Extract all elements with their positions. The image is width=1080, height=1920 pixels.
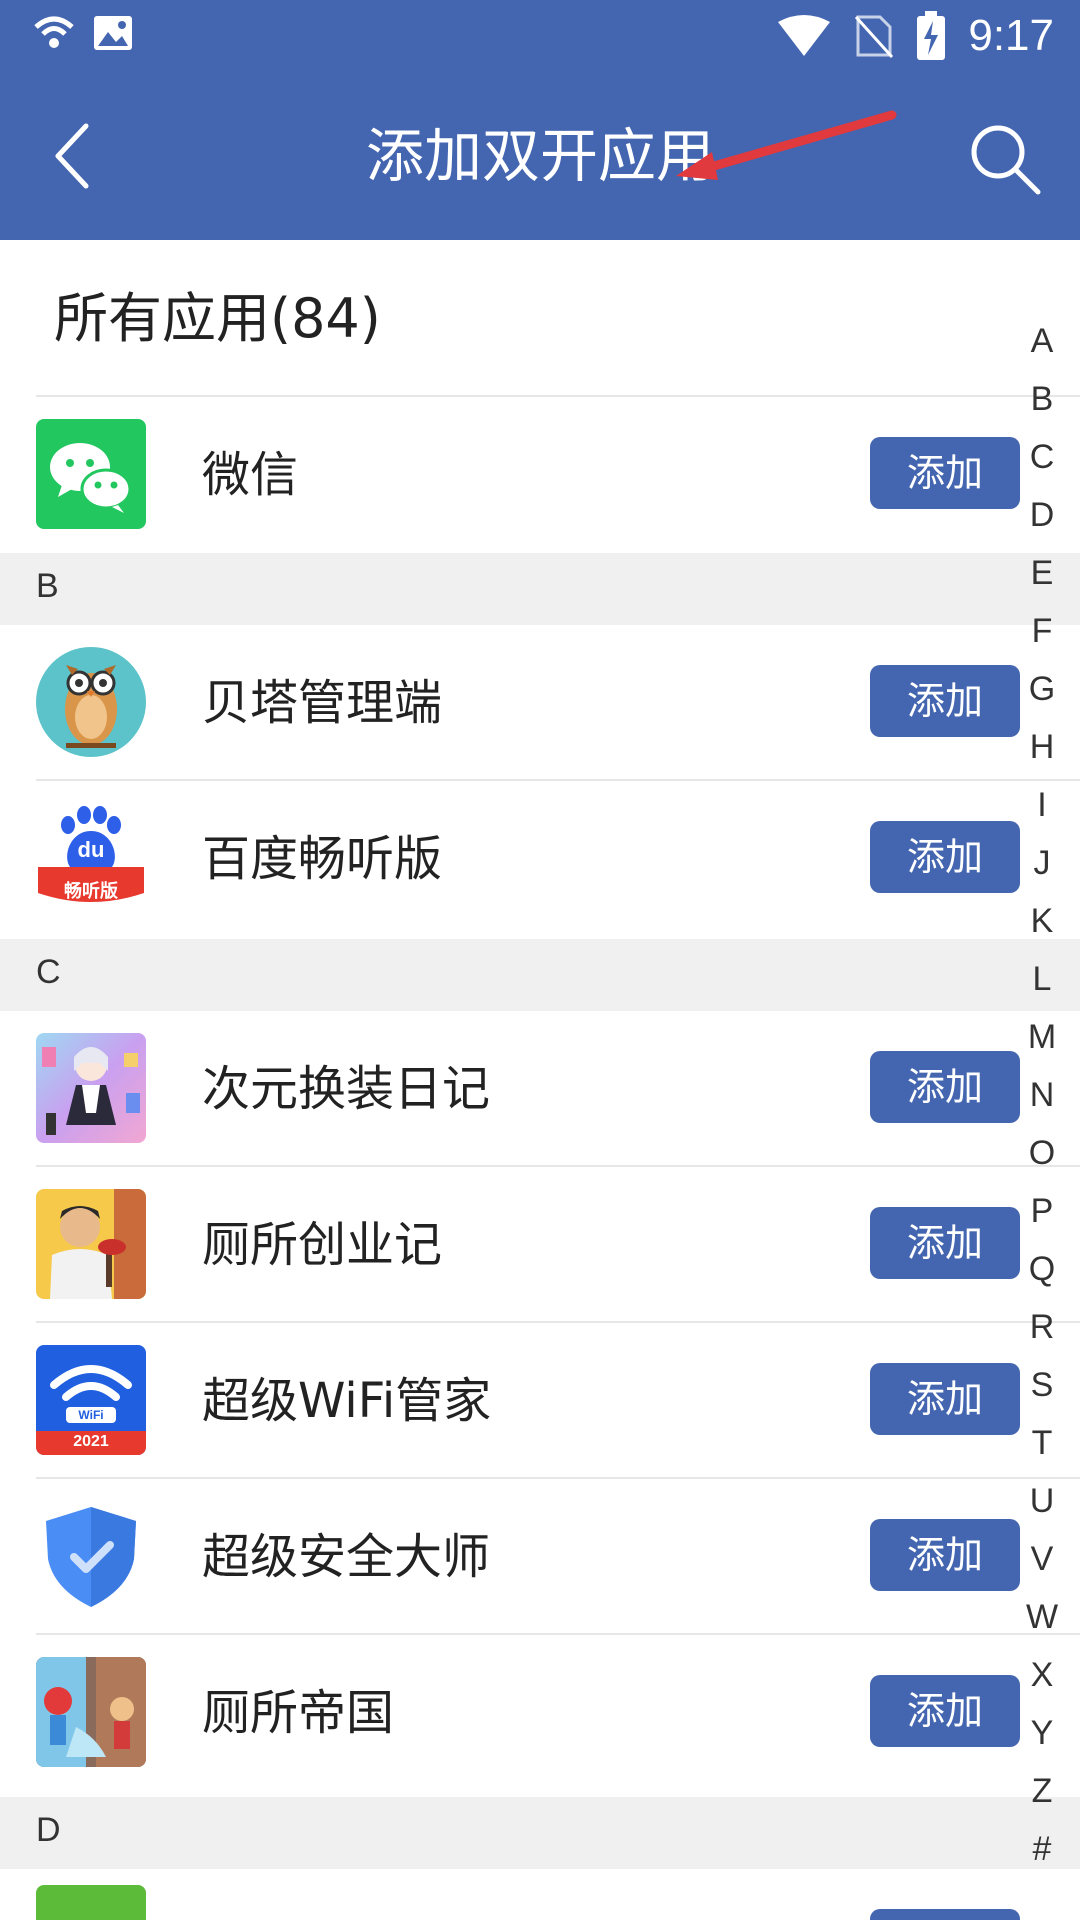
section-header-b: B [0, 553, 1080, 625]
section-header-letter: C [36, 953, 61, 991]
index-letter[interactable]: # [1033, 1820, 1052, 1878]
section-header-letter: D [36, 1811, 61, 1849]
index-letter[interactable]: H [1030, 718, 1055, 776]
app-name: 次元换装日记 [202, 1061, 491, 1117]
alphabet-index[interactable]: A B C D E F G H I J K L M N O P Q R S T U V W X Y Z # [1022, 312, 1062, 1878]
add-button-super-security[interactable]: 添加 [870, 1519, 1020, 1591]
baidu-icon: du 畅听版 [36, 803, 146, 913]
battery-charging-icon [917, 11, 946, 60]
app-row-baidu: du 畅听版 百度畅听版 添加 [0, 781, 1080, 937]
index-letter[interactable]: N [1030, 1066, 1055, 1124]
wifi-icon-label: WiFi [78, 1408, 104, 1422]
app-name: 超级安全大师 [202, 1529, 491, 1585]
app-row-super-security: 超级安全大师 添加 [0, 1479, 1080, 1635]
section-header-c: C [0, 939, 1080, 1011]
index-letter[interactable]: O [1029, 1124, 1055, 1182]
app-name: 厕所创业记 [202, 1217, 443, 1273]
app-row-toilet-startup: 厕所创业记 添加 [0, 1167, 1080, 1323]
wifi-icon: WiFi 2021 [36, 1345, 146, 1455]
man-plunger-icon [36, 1189, 146, 1299]
add-button-partial[interactable] [870, 1909, 1020, 1920]
index-letter[interactable]: Z [1032, 1762, 1053, 1820]
app-name: 超级WiFi管家 [202, 1373, 492, 1429]
signal-icon [778, 15, 831, 56]
wechat-icon [36, 419, 146, 529]
app-row-toilet-empire: 厕所帝国 添加 [0, 1635, 1080, 1791]
app-name: 百度畅听版 [202, 831, 443, 887]
index-letter[interactable]: D [1030, 486, 1055, 544]
index-letter[interactable]: I [1037, 776, 1046, 834]
image-notification-icon [94, 16, 132, 50]
index-letter[interactable]: T [1032, 1414, 1053, 1472]
index-letter[interactable]: B [1031, 370, 1054, 428]
add-button-super-wifi[interactable]: 添加 [870, 1363, 1020, 1435]
add-button-toilet-empire[interactable]: 添加 [870, 1675, 1020, 1747]
index-letter[interactable]: K [1031, 892, 1054, 950]
index-letter[interactable]: F [1032, 602, 1053, 660]
index-letter[interactable]: X [1031, 1646, 1054, 1704]
index-letter[interactable]: R [1030, 1298, 1055, 1356]
wifi-status-icon [34, 16, 74, 48]
add-button-toilet-startup[interactable]: 添加 [870, 1207, 1020, 1279]
index-letter[interactable]: A [1031, 312, 1054, 370]
no-sim-icon [855, 15, 894, 59]
add-button-baidu[interactable]: 添加 [870, 821, 1020, 893]
index-letter[interactable]: Y [1031, 1704, 1054, 1762]
index-letter[interactable]: C [1030, 428, 1055, 486]
app-row-super-wifi: WiFi 2021 超级WiFi管家 添加 [0, 1323, 1080, 1479]
index-letter[interactable]: Q [1029, 1240, 1055, 1298]
toilet-empire-icon [36, 1657, 146, 1767]
app-icon-partial [36, 1885, 146, 1920]
page-title: 添加双开应用 [365, 122, 714, 190]
app-name: 贝塔管理端 [202, 675, 443, 731]
baidu-icon-du: du [77, 837, 105, 862]
section-header-d: D [0, 1797, 1080, 1869]
index-letter[interactable]: L [1033, 950, 1052, 1008]
index-letter[interactable]: E [1031, 544, 1054, 602]
dressup-icon [36, 1033, 146, 1143]
index-letter[interactable]: S [1031, 1356, 1054, 1414]
clock: 9:17 [968, 11, 1054, 60]
section-header-letter: B [36, 567, 59, 605]
search-icon[interactable] [964, 118, 1044, 198]
app-row-dressup: 次元换装日记 添加 [0, 1011, 1080, 1167]
add-button-beta[interactable]: 添加 [870, 665, 1020, 737]
add-button-dressup[interactable]: 添加 [870, 1051, 1020, 1123]
index-letter[interactable]: U [1030, 1472, 1055, 1530]
shield-icon [36, 1501, 146, 1611]
index-letter[interactable]: M [1028, 1008, 1056, 1066]
status-bar: 9:17 [0, 0, 1080, 72]
index-letter[interactable]: J [1034, 834, 1051, 892]
app-row-partial [0, 1869, 1080, 1920]
index-letter[interactable]: G [1029, 660, 1055, 718]
owl-icon [36, 647, 146, 757]
app-name: 微信 [202, 447, 299, 503]
index-letter[interactable]: V [1031, 1530, 1054, 1588]
app-row-beta: 贝塔管理端 添加 [0, 625, 1080, 781]
baidu-icon-label: 畅听版 [64, 881, 118, 902]
add-button-wechat[interactable]: 添加 [870, 437, 1020, 509]
all-apps-title: 所有应用(84) [54, 287, 381, 350]
index-letter[interactable]: W [1026, 1588, 1058, 1646]
index-letter[interactable]: P [1031, 1182, 1054, 1240]
app-bar: 添加双开应用 [0, 72, 1080, 240]
wifi-icon-year: 2021 [73, 1433, 109, 1450]
app-row-wechat: 微信 添加 [0, 397, 1080, 553]
app-name: 厕所帝国 [202, 1685, 395, 1741]
